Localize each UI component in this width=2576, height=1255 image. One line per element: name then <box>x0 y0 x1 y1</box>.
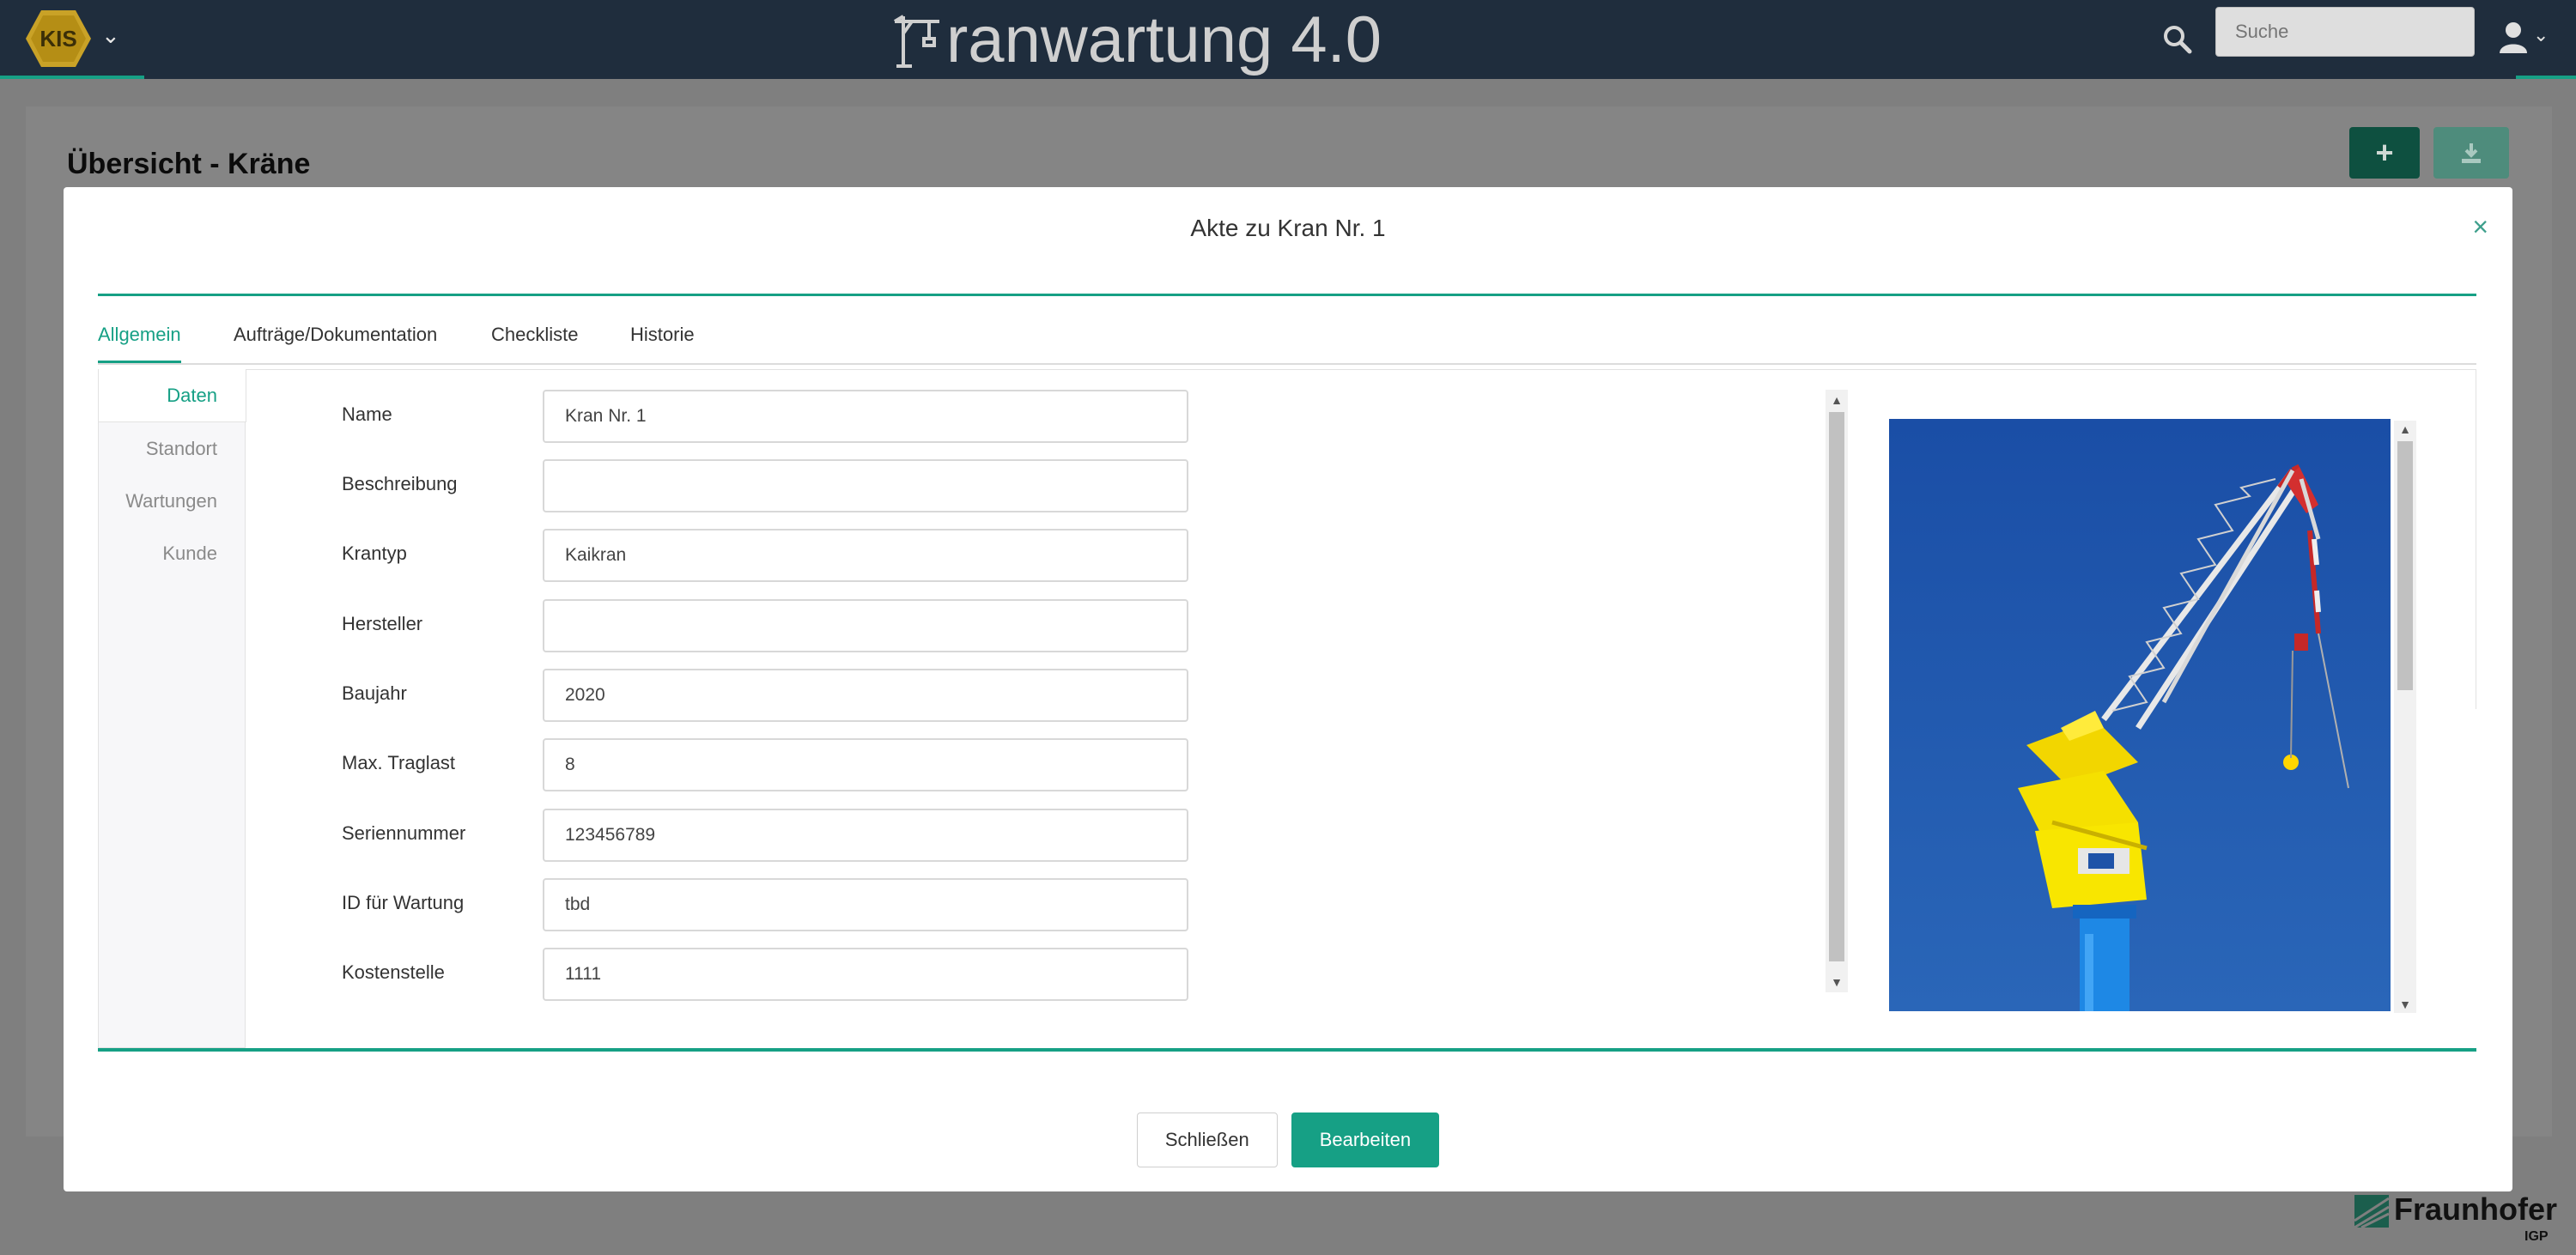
app-title-text: ranwartung 4.0 <box>946 3 1382 76</box>
download-button[interactable] <box>2433 127 2509 179</box>
tab-checkliste[interactable]: Checkliste <box>491 324 578 355</box>
crane-icon <box>893 15 939 68</box>
field-label-max-traglast: Max. Traglast <box>342 752 456 773</box>
field-row: Name <box>246 390 1190 443</box>
image-scrollbar[interactable]: ▲ ▼ <box>2394 421 2416 1013</box>
add-crane-button[interactable]: + <box>2349 127 2420 179</box>
seriennummer-field[interactable] <box>543 809 1188 862</box>
field-row: Beschreibung <box>246 459 1190 512</box>
baujahr-field[interactable] <box>543 669 1188 722</box>
scroll-down-icon[interactable]: ▼ <box>1826 973 1848 991</box>
nav-accent-right <box>2516 76 2576 79</box>
chevron-down-icon[interactable]: ⌄ <box>101 22 120 49</box>
form-scroll-area[interactable]: Name Beschreibung Krantyp Hersteller Bau… <box>246 390 1190 1181</box>
field-row: Baujahr <box>246 669 1190 722</box>
field-label-hersteller: Hersteller <box>342 613 423 634</box>
field-label-seriennummer: Seriennummer <box>342 822 466 844</box>
field-row: Seriennummer <box>246 809 1190 862</box>
user-chevron-down-icon[interactable]: ⌄ <box>2533 24 2549 46</box>
id-wartung-field[interactable] <box>543 878 1188 931</box>
field-label-beschreibung: Beschreibung <box>342 473 458 494</box>
fraunhofer-sub: IGP <box>2524 1229 2549 1244</box>
side-nav-item-daten[interactable]: Daten <box>167 385 217 407</box>
scroll-up-icon[interactable]: ▲ <box>1826 391 1848 409</box>
side-nav-item-standort[interactable]: Standort <box>146 438 217 460</box>
kostenstelle-field[interactable] <box>543 948 1188 1001</box>
crane-image <box>1889 419 2391 1011</box>
field-label-name: Name <box>342 403 392 425</box>
scrollbar-thumb[interactable] <box>1829 412 1844 961</box>
fraunhofer-logo: Fraunhofer IGP <box>2354 1191 2558 1248</box>
modal-divider-bottom <box>98 1048 2476 1052</box>
top-navbar: KIS ⌄ ranwartung 4.0 ⌄ <box>0 0 2576 79</box>
field-row: Hersteller <box>246 599 1190 652</box>
fraunhofer-mark-icon <box>2354 1195 2389 1228</box>
field-label-id-wartung: ID für Wartung <box>342 892 465 913</box>
image-scrollbar-thumb[interactable] <box>2397 441 2413 690</box>
edit-button[interactable]: Bearbeiten <box>1291 1113 1440 1167</box>
nav-accent-left <box>0 76 144 79</box>
side-nav: Daten Standort Wartungen Kunde <box>98 369 246 1048</box>
tab-historie[interactable]: Historie <box>630 324 695 355</box>
beschreibung-field[interactable] <box>543 459 1188 512</box>
field-row: Krantyp <box>246 529 1190 582</box>
tab-allgemein[interactable]: Allgemein <box>98 324 181 363</box>
field-label-baujahr: Baujahr <box>342 682 407 704</box>
page-title: Übersicht - Kräne <box>67 148 311 180</box>
field-row: Max. Traglast <box>246 738 1190 791</box>
modal-tabs: Allgemein Aufträge/Dokumentation Checkli… <box>98 296 2476 365</box>
user-icon[interactable] <box>2499 21 2528 53</box>
max-traglast-field[interactable] <box>543 738 1188 791</box>
image-scroll-down-icon[interactable]: ▼ <box>2394 996 2416 1013</box>
crane-file-modal: Akte zu Kran Nr. 1 × Allgemein Aufträge/… <box>64 187 2512 1191</box>
close-icon[interactable]: × <box>2472 211 2488 243</box>
search-icon[interactable] <box>2160 22 2195 57</box>
crane-photo <box>1889 419 2391 1011</box>
modal-title: Akte zu Kran Nr. 1 <box>1190 215 1386 241</box>
fraunhofer-text: Fraunhofer <box>2394 1191 2558 1227</box>
field-label-krantyp: Krantyp <box>342 543 407 564</box>
kis-logo[interactable]: KIS <box>24 9 93 69</box>
hersteller-field[interactable] <box>543 599 1188 652</box>
name-field[interactable] <box>543 390 1188 443</box>
side-nav-item-wartungen[interactable]: Wartungen <box>125 490 217 512</box>
search-input[interactable] <box>2215 7 2475 57</box>
side-nav-item-kunde[interactable]: Kunde <box>162 543 217 565</box>
field-row: ID für Wartung <box>246 878 1190 931</box>
logo-text: KIS <box>39 26 76 52</box>
download-icon <box>2462 143 2481 163</box>
modal-footer: Schließen Bearbeiten <box>64 1113 2512 1167</box>
field-label-kostenstelle: Kostenstelle <box>342 961 445 983</box>
image-scroll-up-icon[interactable]: ▲ <box>2394 421 2416 438</box>
krantyp-field[interactable] <box>543 529 1188 582</box>
tab-auftraege-dokumentation[interactable]: Aufträge/Dokumentation <box>234 324 437 355</box>
app-title: ranwartung 4.0 <box>891 3 1382 76</box>
close-button[interactable]: Schließen <box>1136 1113 1278 1167</box>
form-scrollbar[interactable]: ▲ ▼ <box>1826 390 1848 992</box>
field-row: Kostenstelle <box>246 948 1190 1001</box>
